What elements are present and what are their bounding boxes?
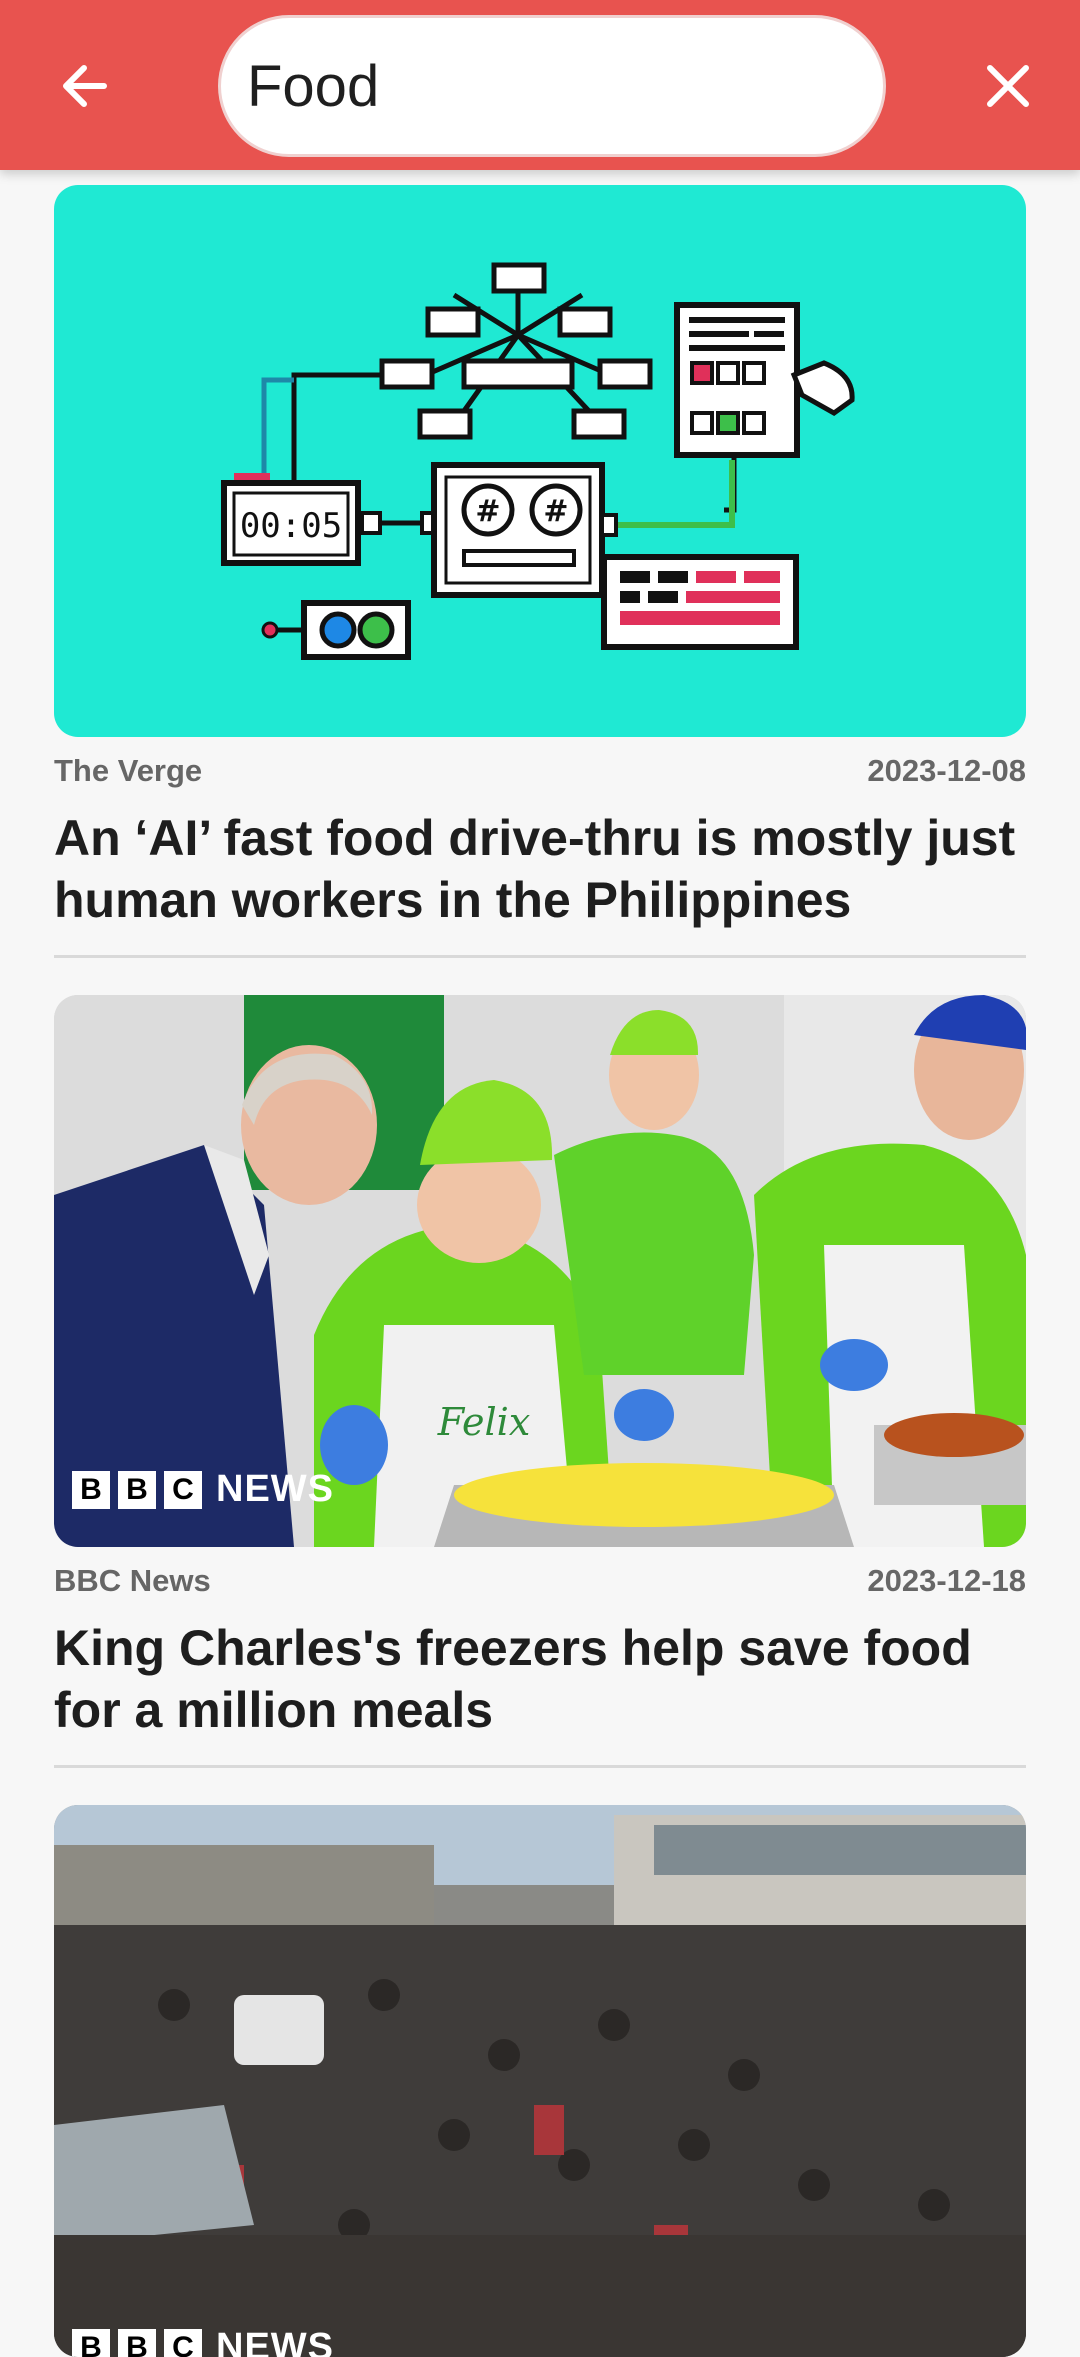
article-image[interactable]: Felix B B C NEWS	[54, 995, 1026, 1547]
timer-text: 00:05	[240, 506, 342, 546]
article-date: 2023-12-08	[867, 753, 1026, 788]
svg-text:#: #	[475, 494, 500, 529]
drive-thru-illustration: 00:05 # #	[221, 262, 855, 660]
article-meta: BBC News 2023-12-18	[54, 1563, 1026, 1599]
close-icon	[987, 65, 1029, 107]
article-card[interactable]: B B C NEWS	[54, 1805, 1026, 2357]
divider	[54, 1765, 1026, 1768]
article-card[interactable]: 00:05 # # The Verge 2023-12-08 An ‘AI’ f…	[54, 185, 1026, 958]
divider	[54, 955, 1026, 958]
article-image[interactable]: 00:05 # #	[54, 185, 1026, 737]
article-title[interactable]: King Charles's freezers help save food f…	[54, 1617, 1026, 1741]
king-charles-photo: Felix	[54, 995, 1026, 1547]
bbc-news-logo: B B C NEWS	[72, 1468, 334, 1511]
back-button[interactable]	[48, 50, 120, 122]
article-title[interactable]: An ‘AI’ fast food drive-thru is mostly j…	[54, 807, 1026, 931]
article-source: The Verge	[54, 753, 203, 788]
svg-text:#: #	[543, 494, 568, 529]
search-input[interactable]	[247, 52, 847, 120]
article-meta: The Verge 2023-12-08	[54, 753, 1026, 789]
article-date: 2023-12-18	[867, 1563, 1026, 1598]
article-source: BBC News	[54, 1563, 211, 1598]
article-card[interactable]: Felix B B C NEWS BBC News 2023-12-18 Kin…	[54, 995, 1026, 1768]
arrow-left-icon	[63, 65, 107, 107]
search-field[interactable]	[218, 15, 886, 157]
article-image[interactable]: B B C NEWS	[54, 1805, 1026, 2357]
search-toolbar	[0, 0, 1080, 170]
crowd-photo	[54, 1805, 1026, 2357]
clear-search-button[interactable]	[972, 50, 1044, 122]
apron-text: Felix	[437, 1400, 531, 1444]
bbc-news-logo: B B C NEWS	[72, 2326, 334, 2357]
